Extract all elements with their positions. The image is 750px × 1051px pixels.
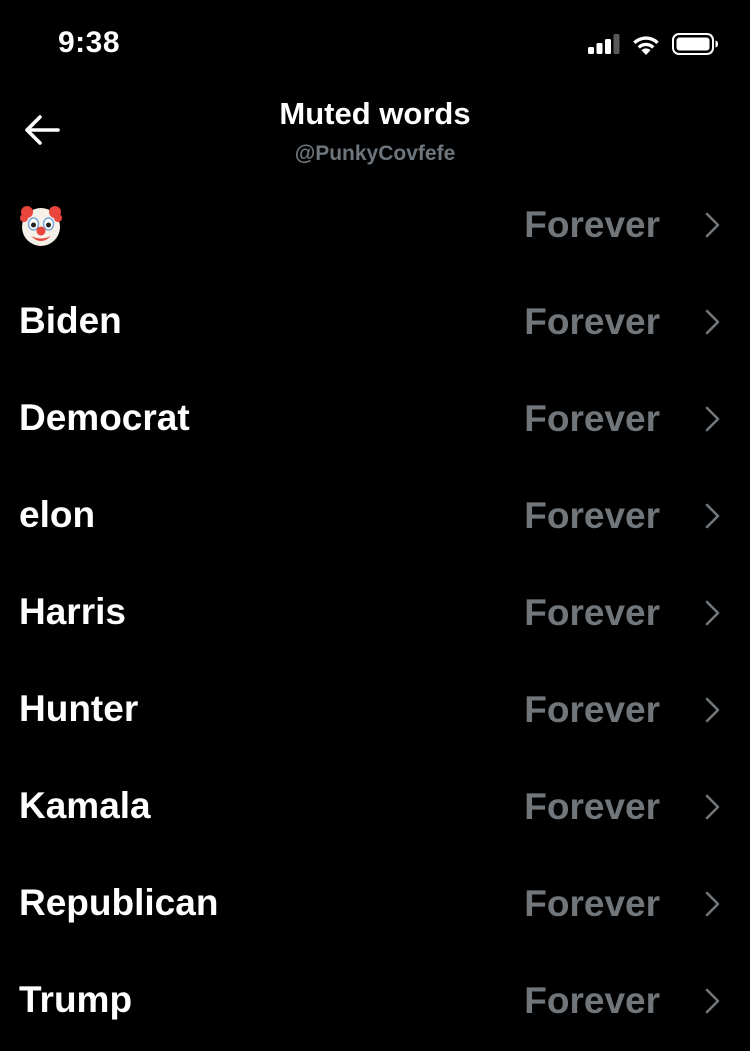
mute-duration: Forever <box>524 204 660 245</box>
mute-duration: Forever <box>524 786 660 827</box>
chevron-right-icon <box>705 697 720 723</box>
muted-word-row[interactable]: Hunter Forever <box>0 663 750 760</box>
status-icons <box>588 33 718 55</box>
status-time: 9:38 <box>58 26 121 59</box>
chevron-right-icon <box>705 406 720 432</box>
mute-duration: Forever <box>524 592 660 633</box>
mute-duration: Forever <box>524 980 660 1021</box>
chevron-right-icon <box>705 600 720 626</box>
chevron-right-icon <box>705 309 720 335</box>
muted-word: Kamala <box>19 785 151 826</box>
chevron-right-icon <box>705 212 720 238</box>
mute-duration: Forever <box>524 398 660 439</box>
cellular-signal-icon <box>588 34 620 54</box>
muted-word-row[interactable]: Kamala Forever <box>0 760 750 857</box>
muted-word-row[interactable]: Trump Forever <box>0 954 750 1051</box>
muted-words-list: Forever Biden Forever Democrat Forever e… <box>0 178 750 1051</box>
muted-word: Republican <box>19 882 219 923</box>
wifi-icon <box>633 35 659 55</box>
battery-icon <box>672 33 718 55</box>
muted-word: Biden <box>19 300 122 341</box>
muted-word: Harris <box>19 591 126 632</box>
header: Muted words @PunkyCovfefe <box>0 90 750 176</box>
muted-word-row[interactable]: Harris Forever <box>0 566 750 663</box>
page-title: Muted words <box>279 96 471 131</box>
muted-word: Trump <box>19 979 133 1020</box>
muted-word: Hunter <box>19 688 139 729</box>
muted-word-row[interactable]: Forever <box>0 178 750 275</box>
muted-word-row[interactable]: Biden Forever <box>0 275 750 372</box>
muted-word: Democrat <box>19 397 190 438</box>
mute-duration: Forever <box>524 495 660 536</box>
muted-word-row[interactable]: Republican Forever <box>0 857 750 954</box>
muted-word-row[interactable]: elon Forever <box>0 469 750 566</box>
chevron-right-icon <box>705 891 720 917</box>
chevron-right-icon <box>705 794 720 820</box>
chevron-right-icon <box>705 503 720 529</box>
muted-word-row[interactable]: Democrat Forever <box>0 372 750 469</box>
account-handle: @PunkyCovfefe <box>294 142 456 165</box>
clown-face-icon <box>20 206 62 246</box>
mute-duration: Forever <box>524 883 660 924</box>
chevron-right-icon <box>705 988 720 1014</box>
mute-duration: Forever <box>524 301 660 342</box>
status-bar: 9:38 <box>0 0 750 90</box>
muted-word: elon <box>19 494 96 535</box>
mute-duration: Forever <box>524 689 660 730</box>
